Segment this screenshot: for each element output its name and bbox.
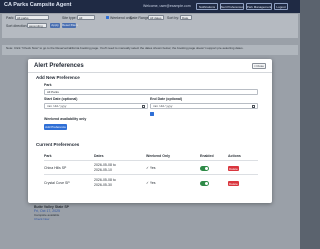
sort-label: Sort by:: [167, 16, 180, 20]
column-header-weekend: Weekend Only: [146, 154, 171, 158]
site-type-label: Site type:: [62, 16, 77, 20]
reset-button[interactable]: Reset filters: [62, 23, 78, 28]
row-weekend: ✓ Yes: [146, 166, 156, 170]
column-header-dates: Dates: [94, 154, 104, 158]
date-range-select[interactable]: All dates: [148, 15, 164, 20]
row-weekend-value: Yes: [149, 166, 156, 170]
enabled-toggle[interactable]: [200, 181, 209, 186]
direction-select[interactable]: ascending: [27, 23, 47, 28]
date-range-label: Date Range:: [130, 16, 150, 20]
sort-select[interactable]: Date: [180, 15, 192, 20]
delete-button[interactable]: Delete: [228, 166, 239, 171]
row-park: China Hills SP: [44, 166, 67, 170]
start-date-input[interactable]: mm / dd / yyyy: [44, 103, 148, 109]
alert-preferences-modal: Alert Preferences × Close Add New Prefer…: [28, 59, 272, 203]
delete-button[interactable]: Delete: [228, 181, 239, 186]
direction-label: Sort direction:: [6, 24, 28, 28]
weekend-only-label: Weekend availability only: [44, 117, 87, 121]
filter-bar: Park: All parks Site type: All Weekend o…: [2, 14, 298, 38]
enabled-toggle[interactable]: [200, 166, 209, 171]
row-park: Crystal Cove SP: [44, 181, 70, 185]
end-date-placeholder: mm / dd / yyyy: [153, 104, 173, 108]
row-dates-from: 2026-05-08 to: [94, 178, 116, 182]
app-header: CA Parks Campsite Agent Welcome, user@ex…: [0, 0, 300, 13]
nav-alert-preferences-button[interactable]: Alert Preferences: [220, 3, 244, 10]
close-label: Close: [256, 64, 264, 68]
end-date-input[interactable]: mm / dd / yyyy: [150, 103, 258, 109]
row-dates-to: 2026-05-10: [94, 168, 112, 172]
welcome-text: Welcome, user@example.com: [143, 4, 191, 8]
result-check-link[interactable]: Check Now: [34, 217, 69, 221]
close-button[interactable]: × Close: [252, 63, 266, 69]
start-date-label: Start Date (optional): [44, 97, 78, 101]
note-banner: Note: Click "Check Now" to go to the Res…: [2, 45, 298, 55]
nav-park-management-button[interactable]: Park Management: [246, 3, 272, 10]
column-header-enabled: Enabled: [200, 154, 214, 158]
app-title: CA Parks Campsite Agent: [4, 2, 72, 8]
park-filter-select[interactable]: All parks: [15, 15, 49, 20]
park-field-label: Park: [44, 83, 52, 87]
add-preference-button[interactable]: Add Preference: [44, 124, 67, 130]
nav-logout-button[interactable]: Logout: [274, 3, 288, 10]
weekend-only-checkbox[interactable]: [150, 112, 154, 116]
apply-button[interactable]: Apply: [50, 23, 60, 28]
row-weekend: ✓ Yes: [146, 181, 156, 185]
calendar-icon: [252, 105, 255, 108]
add-preference-heading: Add New Preference: [36, 75, 80, 80]
row-dates-to: 2026-05-30: [94, 183, 112, 187]
park-filter-label: Park:: [6, 16, 15, 20]
note-text: Note: Click "Check Now" to go to the Res…: [6, 46, 244, 50]
weekend-filter-label: Weekend only: [110, 16, 133, 20]
column-header-actions: Actions: [228, 154, 241, 158]
start-date-placeholder: mm / dd / yyyy: [47, 104, 67, 108]
park-select[interactable]: All Parks: [44, 89, 258, 95]
nav-notifications-button[interactable]: Notifications: [196, 3, 218, 10]
weekend-checkbox[interactable]: [106, 16, 109, 19]
end-date-label: End Date (optional): [150, 97, 183, 101]
result-card: Butte Valley State SP Fri, Oct 17, 2025 …: [34, 205, 69, 221]
modal-divider: [28, 72, 272, 73]
site-type-select[interactable]: All: [77, 15, 95, 20]
modal-title: Alert Preferences: [34, 63, 84, 69]
row-weekend-value: Yes: [149, 181, 156, 185]
current-preferences-heading: Current Preferences: [36, 142, 80, 147]
column-header-park: Park: [44, 154, 52, 158]
row-dates-from: 2026-05-08 to: [94, 163, 116, 167]
calendar-icon: [142, 105, 145, 108]
